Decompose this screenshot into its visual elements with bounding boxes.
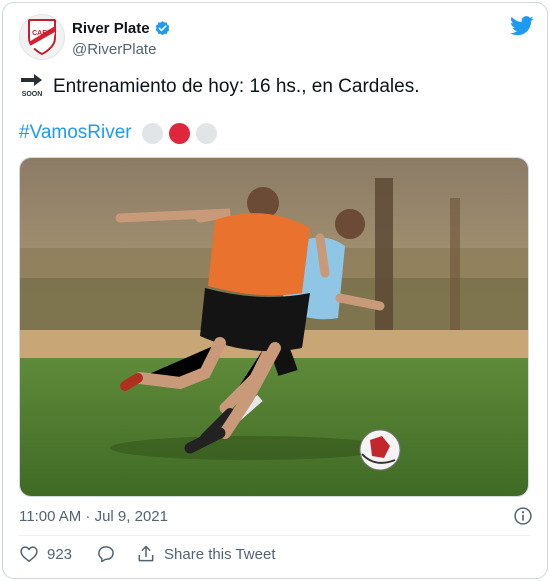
svg-text:SOON: SOON xyxy=(22,91,43,98)
like-button[interactable]: 923 xyxy=(19,544,72,564)
verified-badge-icon xyxy=(155,21,169,36)
svg-text:CARP: CARP xyxy=(32,30,52,37)
river-plate-crest-icon: CARP xyxy=(28,19,56,56)
training-photo-illustration xyxy=(20,158,528,496)
hashtag-row: #VamosRiver xyxy=(19,122,217,144)
heart-icon xyxy=(20,546,38,562)
display-name[interactable]: River Plate xyxy=(72,20,150,37)
tweet-timestamp[interactable]: 11:00 AM · Jul 9, 2021 xyxy=(19,508,168,525)
twitter-bird-icon[interactable] xyxy=(510,16,534,36)
reply-bubble-icon xyxy=(98,546,114,563)
info-icon[interactable] xyxy=(513,506,533,526)
red-circle-emoji xyxy=(168,122,190,144)
avatar[interactable]: CARP xyxy=(19,14,65,60)
soon-arrow-icon: SOON xyxy=(21,74,43,98)
tweet-actions: 923 Share this Tweet xyxy=(19,544,275,564)
reply-button[interactable] xyxy=(96,544,116,564)
share-upload-icon xyxy=(138,545,154,562)
like-count: 923 xyxy=(47,545,73,563)
share-label: Share this Tweet xyxy=(164,545,276,563)
footer-divider xyxy=(19,535,531,536)
tweet-body-text: Entrenamiento de hoy: 16 hs., en Cardale… xyxy=(53,76,420,97)
tweet-photo[interactable] xyxy=(19,157,529,497)
white-circle-emoji xyxy=(141,122,163,144)
author-handle[interactable]: @RiverPlate xyxy=(72,41,156,58)
author-name-row[interactable]: River Plate xyxy=(72,20,171,37)
share-button[interactable]: Share this Tweet xyxy=(136,544,275,564)
white-circle-emoji xyxy=(195,122,217,144)
hashtag-link[interactable]: #VamosRiver xyxy=(19,122,132,144)
tweet-text-line: SOON Entrenamiento de hoy: 16 hs., en Ca… xyxy=(19,72,420,100)
